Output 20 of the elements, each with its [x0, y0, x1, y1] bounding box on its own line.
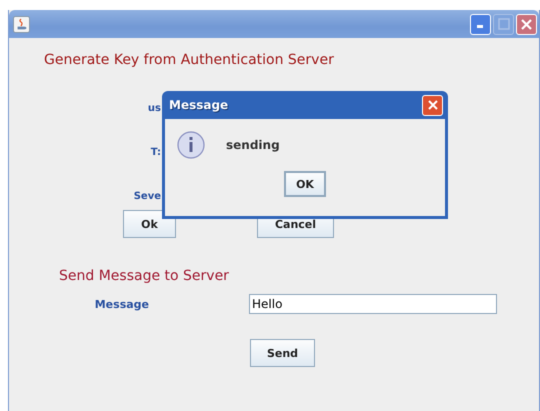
close-icon: [520, 18, 533, 30]
cup-icon: [13, 16, 30, 32]
close-icon: [426, 99, 438, 111]
field-label: us: [148, 102, 161, 114]
section-heading: Generate Key from Authentication Server: [44, 52, 335, 68]
field-label: Seve: [134, 190, 161, 202]
minimize-button[interactable]: [470, 14, 491, 34]
send-button[interactable]: Send: [250, 339, 315, 367]
message-label: Message: [94, 298, 149, 310]
dialog-message: sending: [226, 138, 280, 152]
close-button[interactable]: [422, 94, 443, 116]
section-heading: Send Message to Server: [59, 268, 230, 284]
ok-button[interactable]: Ok: [123, 210, 176, 238]
maximize-icon: [498, 18, 510, 30]
close-button[interactable]: [516, 14, 537, 34]
field-label: T:: [150, 146, 161, 158]
message-field[interactable]: Hello: [249, 294, 497, 314]
info-icon: [177, 131, 205, 159]
dialog-title: Message: [169, 98, 228, 112]
ok-button[interactable]: OK: [284, 171, 326, 197]
